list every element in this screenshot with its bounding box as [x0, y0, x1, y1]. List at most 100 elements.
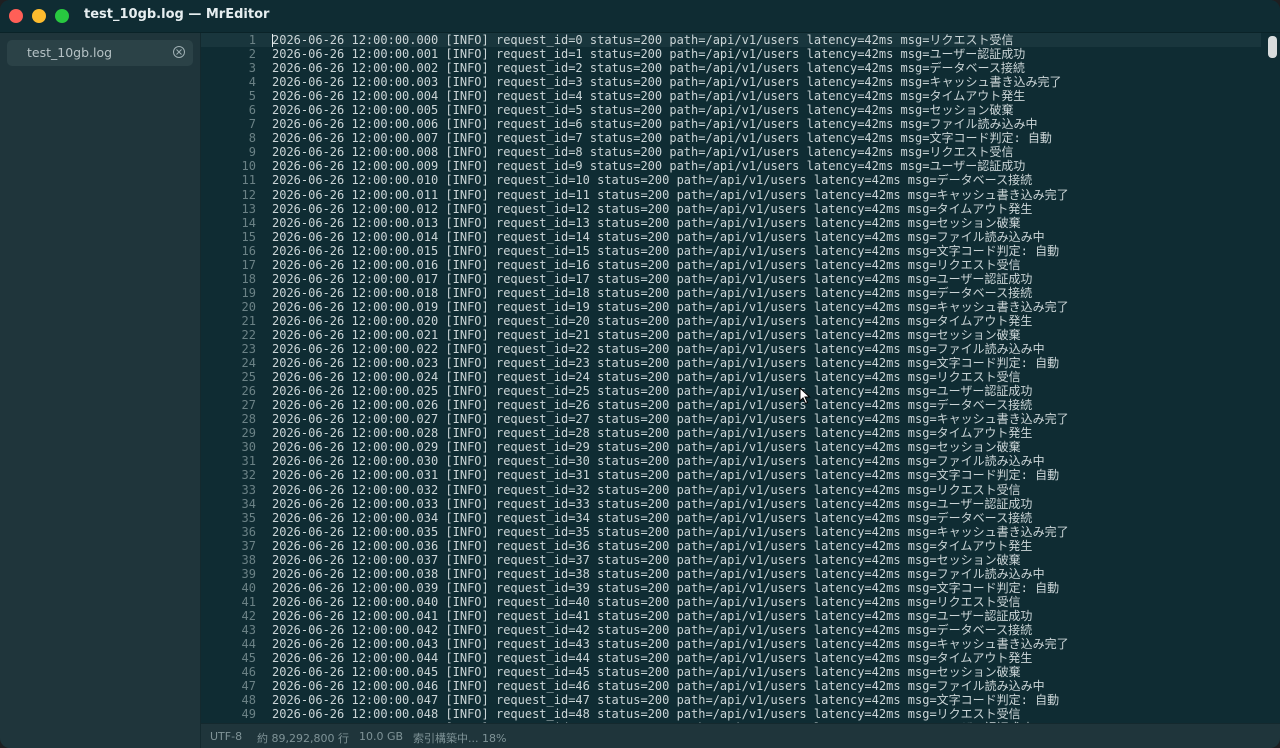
- editor-area[interactable]: 1 2026-06-26 12:00:00.000 [INFO] request_…: [201, 33, 1280, 723]
- editor-line[interactable]: 25 2026-06-26 12:00:00.024 [INFO] request…: [201, 370, 1261, 384]
- encoding-status[interactable]: UTF-8: [210, 730, 242, 743]
- line-text[interactable]: 2026-06-26 12:00:00.035 [INFO] request_i…: [272, 525, 1069, 539]
- vertical-scrollbar[interactable]: [1265, 33, 1280, 723]
- line-text[interactable]: 2026-06-26 12:00:00.003 [INFO] request_i…: [272, 75, 1061, 89]
- line-text[interactable]: 2026-06-26 12:00:00.001 [INFO] request_i…: [272, 47, 1025, 61]
- line-text[interactable]: 2026-06-26 12:00:00.032 [INFO] request_i…: [272, 483, 1021, 497]
- line-text[interactable]: 2026-06-26 12:00:00.014 [INFO] request_i…: [272, 230, 1045, 244]
- line-text[interactable]: 2026-06-26 12:00:00.043 [INFO] request_i…: [272, 637, 1069, 651]
- line-text[interactable]: 2026-06-26 12:00:00.015 [INFO] request_i…: [272, 244, 1059, 258]
- line-text[interactable]: 2026-06-26 12:00:00.026 [INFO] request_i…: [272, 398, 1032, 412]
- line-text[interactable]: 2026-06-26 12:00:00.016 [INFO] request_i…: [272, 258, 1021, 272]
- editor-line[interactable]: 35 2026-06-26 12:00:00.034 [INFO] request…: [201, 511, 1261, 525]
- editor-line[interactable]: 16 2026-06-26 12:00:00.015 [INFO] request…: [201, 244, 1261, 258]
- line-text[interactable]: 2026-06-26 12:00:00.022 [INFO] request_i…: [272, 342, 1045, 356]
- line-text[interactable]: 2026-06-26 12:00:00.020 [INFO] request_i…: [272, 314, 1032, 328]
- line-text[interactable]: 2026-06-26 12:00:00.012 [INFO] request_i…: [272, 202, 1032, 216]
- title-bar[interactable]: test_10gb.log — MrEditor: [0, 0, 1280, 33]
- editor-line[interactable]: 23 2026-06-26 12:00:00.022 [INFO] request…: [201, 342, 1261, 356]
- line-text[interactable]: 2026-06-26 12:00:00.042 [INFO] request_i…: [272, 623, 1032, 637]
- editor-line[interactable]: 47 2026-06-26 12:00:00.046 [INFO] request…: [201, 679, 1261, 693]
- editor-line[interactable]: 37 2026-06-26 12:00:00.036 [INFO] request…: [201, 539, 1261, 553]
- editor-lines[interactable]: 1 2026-06-26 12:00:00.000 [INFO] request_…: [201, 33, 1261, 723]
- editor-line[interactable]: 19 2026-06-26 12:00:00.018 [INFO] request…: [201, 286, 1261, 300]
- editor-line[interactable]: 15 2026-06-26 12:00:00.014 [INFO] request…: [201, 230, 1261, 244]
- line-text[interactable]: 2026-06-26 12:00:00.002 [INFO] request_i…: [272, 61, 1025, 75]
- line-text[interactable]: 2026-06-26 12:00:00.008 [INFO] request_i…: [272, 145, 1013, 159]
- editor-line[interactable]: 33 2026-06-26 12:00:00.032 [INFO] request…: [201, 483, 1261, 497]
- line-text[interactable]: 2026-06-26 12:00:00.017 [INFO] request_i…: [272, 272, 1032, 286]
- line-text[interactable]: 2026-06-26 12:00:00.018 [INFO] request_i…: [272, 286, 1032, 300]
- editor-line[interactable]: 14 2026-06-26 12:00:00.013 [INFO] request…: [201, 216, 1261, 230]
- editor-line[interactable]: 36 2026-06-26 12:00:00.035 [INFO] request…: [201, 525, 1261, 539]
- editor-line[interactable]: 40 2026-06-26 12:00:00.039 [INFO] request…: [201, 581, 1261, 595]
- line-text[interactable]: 2026-06-26 12:00:00.040 [INFO] request_i…: [272, 595, 1021, 609]
- line-text[interactable]: 2026-06-26 12:00:00.034 [INFO] request_i…: [272, 511, 1032, 525]
- line-text[interactable]: 2026-06-26 12:00:00.004 [INFO] request_i…: [272, 89, 1025, 103]
- editor-line[interactable]: 13 2026-06-26 12:00:00.012 [INFO] request…: [201, 202, 1261, 216]
- line-text[interactable]: 2026-06-26 12:00:00.021 [INFO] request_i…: [272, 328, 1021, 342]
- editor-line[interactable]: 46 2026-06-26 12:00:00.045 [INFO] request…: [201, 665, 1261, 679]
- editor-line[interactable]: 21 2026-06-26 12:00:00.020 [INFO] request…: [201, 314, 1261, 328]
- editor-line[interactable]: 11 2026-06-26 12:00:00.010 [INFO] request…: [201, 173, 1261, 187]
- scrollbar-thumb[interactable]: [1268, 36, 1277, 58]
- editor-line[interactable]: 41 2026-06-26 12:00:00.040 [INFO] request…: [201, 595, 1261, 609]
- line-text[interactable]: 2026-06-26 12:00:00.011 [INFO] request_i…: [272, 188, 1069, 202]
- close-circle-icon[interactable]: [173, 46, 185, 58]
- line-text[interactable]: 2026-06-26 12:00:00.000 [INFO] request_i…: [272, 33, 1013, 47]
- editor-line[interactable]: 30 2026-06-26 12:00:00.029 [INFO] request…: [201, 440, 1261, 454]
- line-text[interactable]: 2026-06-26 12:00:00.013 [INFO] request_i…: [272, 216, 1021, 230]
- editor-line[interactable]: 31 2026-06-26 12:00:00.030 [INFO] request…: [201, 454, 1261, 468]
- line-text[interactable]: 2026-06-26 12:00:00.033 [INFO] request_i…: [272, 497, 1032, 511]
- line-text[interactable]: 2026-06-26 12:00:00.007 [INFO] request_i…: [272, 131, 1052, 145]
- line-text[interactable]: 2026-06-26 12:00:00.048 [INFO] request_i…: [272, 707, 1021, 721]
- editor-line[interactable]: 42 2026-06-26 12:00:00.041 [INFO] request…: [201, 609, 1261, 623]
- editor-line[interactable]: 38 2026-06-26 12:00:00.037 [INFO] request…: [201, 553, 1261, 567]
- line-text[interactable]: 2026-06-26 12:00:00.039 [INFO] request_i…: [272, 581, 1059, 595]
- editor-line[interactable]: 1 2026-06-26 12:00:00.000 [INFO] request_…: [201, 33, 1261, 48]
- editor-line[interactable]: 24 2026-06-26 12:00:00.023 [INFO] request…: [201, 356, 1261, 370]
- editor-line[interactable]: 44 2026-06-26 12:00:00.043 [INFO] request…: [201, 637, 1261, 651]
- line-text[interactable]: 2026-06-26 12:00:00.041 [INFO] request_i…: [272, 609, 1032, 623]
- line-text[interactable]: 2026-06-26 12:00:00.009 [INFO] request_i…: [272, 159, 1025, 173]
- editor-line[interactable]: 45 2026-06-26 12:00:00.044 [INFO] request…: [201, 651, 1261, 665]
- editor-line[interactable]: 18 2026-06-26 12:00:00.017 [INFO] request…: [201, 272, 1261, 286]
- minimize-window-button[interactable]: [32, 9, 46, 23]
- editor-line[interactable]: 5 2026-06-26 12:00:00.004 [INFO] request_…: [201, 89, 1261, 103]
- editor-line[interactable]: 7 2026-06-26 12:00:00.006 [INFO] request_…: [201, 117, 1261, 131]
- line-text[interactable]: 2026-06-26 12:00:00.036 [INFO] request_i…: [272, 539, 1032, 553]
- line-text[interactable]: 2026-06-26 12:00:00.037 [INFO] request_i…: [272, 553, 1021, 567]
- editor-line[interactable]: 17 2026-06-26 12:00:00.016 [INFO] request…: [201, 258, 1261, 272]
- zoom-window-button[interactable]: [55, 9, 69, 23]
- line-text[interactable]: 2026-06-26 12:00:00.006 [INFO] request_i…: [272, 117, 1037, 131]
- line-text[interactable]: 2026-06-26 12:00:00.029 [INFO] request_i…: [272, 440, 1021, 454]
- line-text[interactable]: 2026-06-26 12:00:00.044 [INFO] request_i…: [272, 651, 1032, 665]
- line-text[interactable]: 2026-06-26 12:00:00.047 [INFO] request_i…: [272, 693, 1059, 707]
- line-text[interactable]: 2026-06-26 12:00:00.010 [INFO] request_i…: [272, 173, 1032, 187]
- editor-line[interactable]: 48 2026-06-26 12:00:00.047 [INFO] request…: [201, 693, 1261, 707]
- editor-line[interactable]: 26 2026-06-26 12:00:00.025 [INFO] request…: [201, 384, 1261, 398]
- line-text[interactable]: 2026-06-26 12:00:00.027 [INFO] request_i…: [272, 412, 1069, 426]
- editor-line[interactable]: 34 2026-06-26 12:00:00.033 [INFO] request…: [201, 497, 1261, 511]
- line-text[interactable]: 2026-06-26 12:00:00.030 [INFO] request_i…: [272, 454, 1045, 468]
- editor-line[interactable]: 4 2026-06-26 12:00:00.003 [INFO] request_…: [201, 75, 1261, 89]
- editor-line[interactable]: 2 2026-06-26 12:00:00.001 [INFO] request_…: [201, 47, 1261, 61]
- editor-line[interactable]: 39 2026-06-26 12:00:00.038 [INFO] request…: [201, 567, 1261, 581]
- editor-line[interactable]: 10 2026-06-26 12:00:00.009 [INFO] request…: [201, 159, 1261, 173]
- editor-line[interactable]: 43 2026-06-26 12:00:00.042 [INFO] request…: [201, 623, 1261, 637]
- editor-line[interactable]: 6 2026-06-26 12:00:00.005 [INFO] request_…: [201, 103, 1261, 117]
- editor-line[interactable]: 12 2026-06-26 12:00:00.011 [INFO] request…: [201, 188, 1261, 202]
- line-text[interactable]: 2026-06-26 12:00:00.045 [INFO] request_i…: [272, 665, 1021, 679]
- close-window-button[interactable]: [9, 9, 23, 23]
- editor-line[interactable]: 20 2026-06-26 12:00:00.019 [INFO] request…: [201, 300, 1261, 314]
- line-text[interactable]: 2026-06-26 12:00:00.025 [INFO] request_i…: [272, 384, 1032, 398]
- editor-line[interactable]: 29 2026-06-26 12:00:00.028 [INFO] request…: [201, 426, 1261, 440]
- line-text[interactable]: 2026-06-26 12:00:00.046 [INFO] request_i…: [272, 679, 1045, 693]
- editor-line[interactable]: 27 2026-06-26 12:00:00.026 [INFO] request…: [201, 398, 1261, 412]
- line-text[interactable]: 2026-06-26 12:00:00.031 [INFO] request_i…: [272, 468, 1059, 482]
- editor-line[interactable]: 3 2026-06-26 12:00:00.002 [INFO] request_…: [201, 61, 1261, 75]
- sidebar-item-file[interactable]: test_10gb.log: [7, 40, 193, 66]
- line-text[interactable]: 2026-06-26 12:00:00.005 [INFO] request_i…: [272, 103, 1013, 117]
- editor-line[interactable]: 49 2026-06-26 12:00:00.048 [INFO] request…: [201, 707, 1261, 721]
- line-text[interactable]: 2026-06-26 12:00:00.024 [INFO] request_i…: [272, 370, 1021, 384]
